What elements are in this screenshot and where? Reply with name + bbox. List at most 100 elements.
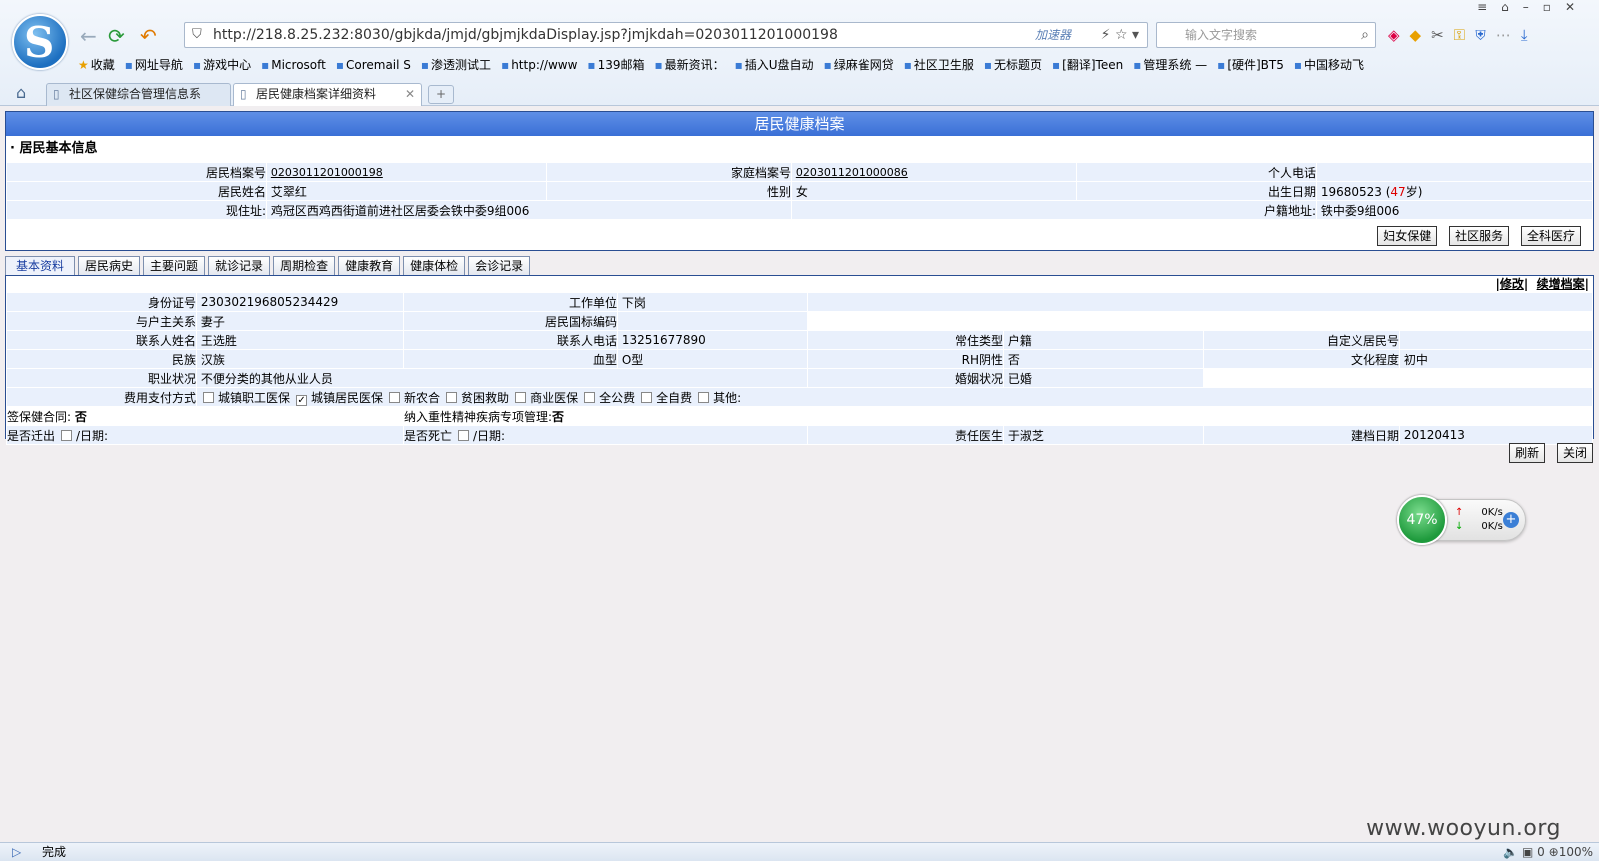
tab-visit-records[interactable]: 就诊记录	[208, 256, 271, 276]
tab-basic-info[interactable]: 基本资料	[5, 256, 76, 276]
mental-label: 纳入重性精神疾病专项管理:	[404, 409, 553, 424]
tab-main-problems[interactable]: 主要问题	[143, 256, 206, 276]
share-icon[interactable]: ◆	[1410, 26, 1432, 44]
family-no-link[interactable]: 0203011201000086	[796, 166, 908, 179]
bookmark-item[interactable]: ▪ 游戏中心	[193, 58, 251, 72]
plus-icon[interactable]: +	[1503, 512, 1519, 528]
payment-checkbox[interactable]	[446, 391, 458, 403]
address-bar[interactable]: ⛉ http://218.8.25.232:8030/gbjkda/jmjd/g…	[184, 22, 1148, 48]
bookmark-item[interactable]: ▪ [翻译]Teen	[1052, 58, 1123, 72]
tab-health-system[interactable]: ▯ 社区保健综合管理信息系	[46, 83, 231, 106]
menu-icon[interactable]: ≡	[1477, 0, 1501, 14]
undo-close-icon[interactable]: ↶	[140, 24, 157, 48]
women-health-button[interactable]: 妇女保健	[1377, 226, 1438, 246]
home-icon[interactable]: ⌂	[16, 83, 26, 102]
tab-health-record[interactable]: ▯ 居民健康档案详细资料 ✕	[233, 83, 422, 106]
tab-periodic-check[interactable]: 周期检查	[273, 256, 336, 276]
bookmark-item[interactable]: ▪ 139邮箱	[587, 58, 644, 72]
browser-logo[interactable]: S	[12, 14, 68, 70]
bookmark-label: [翻译]Teen	[1062, 58, 1124, 72]
continue-record-link[interactable]: 续增档案	[1537, 277, 1585, 291]
close-tab-icon[interactable]: ✕	[405, 84, 415, 105]
scissors-icon[interactable]: ✂	[1431, 26, 1454, 44]
status-count: 0	[1537, 845, 1545, 859]
more-icon[interactable]: ⋯	[1496, 26, 1521, 44]
edit-link[interactable]: 修改	[1500, 277, 1524, 291]
dropdown-icon[interactable]: ▾	[1132, 27, 1139, 43]
memory-percent[interactable]: 47%	[1397, 495, 1447, 545]
key-icon[interactable]: ⚿	[1454, 26, 1475, 44]
zoom-level[interactable]: 100%	[1559, 845, 1593, 859]
close-button[interactable]: 关闭	[1556, 443, 1593, 463]
toolbar-extensions[interactable]: ◈◆✂⚿⛨⋯⤓	[1388, 26, 1538, 44]
back-icon[interactable]: ←	[80, 24, 97, 48]
bookmark-item[interactable]: ▪ 无标题页	[984, 58, 1042, 72]
shield-check-icon[interactable]: ⛨	[1475, 26, 1496, 44]
bookmark-item[interactable]: ★ 收藏	[78, 58, 115, 72]
extension-icon[interactable]: ◈	[1388, 26, 1410, 44]
screenshot-icon[interactable]: ▣	[1522, 845, 1533, 859]
network-speed-widget[interactable]: 47% ↑ 0K/s ↓ 0K/s +	[1397, 495, 1526, 545]
star-icon[interactable]: ☆	[1115, 27, 1128, 43]
relation-cell: 妻子	[196, 311, 404, 331]
bookmark-item[interactable]: ▪ 绿麻雀网贷	[824, 58, 894, 72]
bookmark-item[interactable]: ▪ 网址导航	[125, 58, 183, 72]
search-icon[interactable]: ⌕	[1361, 23, 1369, 47]
refresh-icon[interactable]: ⟳	[108, 24, 125, 48]
work-cell: 下岗	[617, 292, 808, 312]
tab-consultation[interactable]: 会诊记录	[468, 256, 531, 276]
bookmark-item[interactable]: ▪ 中国移动飞	[1294, 58, 1364, 72]
record-no-link[interactable]: 0203011201000198	[271, 166, 383, 179]
zoom-icon[interactable]: ⊕	[1549, 845, 1559, 859]
payment-checkbox[interactable]	[515, 391, 527, 403]
accelerator-label[interactable]: 加速器	[1035, 23, 1071, 47]
bookmark-item[interactable]: ▪ 渗透测试工	[421, 58, 491, 72]
dead-checkbox[interactable]	[458, 429, 470, 441]
close-icon[interactable]: ✕	[1565, 0, 1589, 14]
contract-label: 签保健合同:	[7, 409, 72, 424]
download-icon[interactable]: ⤓	[1521, 26, 1538, 44]
window-controls[interactable]: ≡⌂–▫✕	[1477, 0, 1589, 14]
lightning-icon[interactable]: ⚡	[1101, 27, 1111, 43]
bookmark-item[interactable]: ▪ [硬件]BT5	[1217, 58, 1284, 72]
maximize-icon[interactable]: ▫	[1543, 0, 1565, 14]
payment-checkbox[interactable]	[584, 391, 596, 403]
ethnic-label: 民族	[6, 349, 197, 369]
payment-checkbox[interactable]	[698, 391, 710, 403]
moved-checkbox[interactable]	[61, 429, 73, 441]
speaker-icon[interactable]: 🔈	[1503, 845, 1518, 859]
payment-checkbox[interactable]	[389, 391, 401, 403]
bookmark-icon: ▪	[903, 58, 912, 72]
payment-checkbox[interactable]	[641, 391, 653, 403]
search-input[interactable]: 输入文字搜索 ⌕	[1156, 22, 1376, 48]
minimize-icon[interactable]: –	[1523, 0, 1543, 14]
bookmark-label: 无标题页	[994, 58, 1043, 72]
general-medical-button[interactable]: 全科医疗	[1520, 226, 1581, 246]
tab-physical-exam[interactable]: 健康体检	[403, 256, 466, 276]
bookmark-item[interactable]: ▪ 最新资讯：	[654, 58, 724, 72]
bookmark-item[interactable]: ▪ 管理系统 —	[1133, 58, 1207, 72]
bookmark-icon: ▪	[192, 58, 202, 72]
bookmark-item[interactable]: ▪ Coremail S	[336, 58, 411, 72]
tab-medical-history[interactable]: 居民病史	[78, 256, 141, 276]
payment-checkbox[interactable]	[203, 391, 214, 403]
community-service-button[interactable]: 社区服务	[1449, 226, 1510, 246]
new-tab-button[interactable]: +	[428, 85, 454, 104]
service-buttons: 妇女保健 社区服务 全科医疗	[1369, 226, 1581, 246]
blood-cell: O型	[617, 349, 808, 369]
empty-cell	[807, 406, 1593, 426]
basic-info-panel: |修改| 续增档案| 身份证号 230302196805234429 工作单位 …	[5, 275, 1594, 445]
relation-label: 与户主关系	[6, 311, 197, 331]
bookmark-item[interactable]: ▪ Microsoft	[261, 58, 326, 72]
skin-icon[interactable]: ⌂	[1501, 0, 1523, 14]
play-icon[interactable]: ▷	[12, 843, 21, 861]
bookmark-item[interactable]: ▪ 社区卫生服	[904, 58, 974, 72]
bookmark-icon: ▪	[587, 58, 596, 72]
bookmark-item[interactable]: ▪ 插入U盘自动	[735, 58, 814, 72]
payment-checkbox[interactable]: ✓	[296, 394, 308, 406]
refresh-button[interactable]: 刷新	[1509, 443, 1546, 463]
address-actions[interactable]: ⚡ ☆ ▾	[1101, 23, 1139, 47]
page-title: 居民健康档案	[6, 112, 1593, 136]
tab-health-education[interactable]: 健康教育	[338, 256, 401, 276]
bookmark-item[interactable]: ▪ http://www	[501, 58, 577, 72]
